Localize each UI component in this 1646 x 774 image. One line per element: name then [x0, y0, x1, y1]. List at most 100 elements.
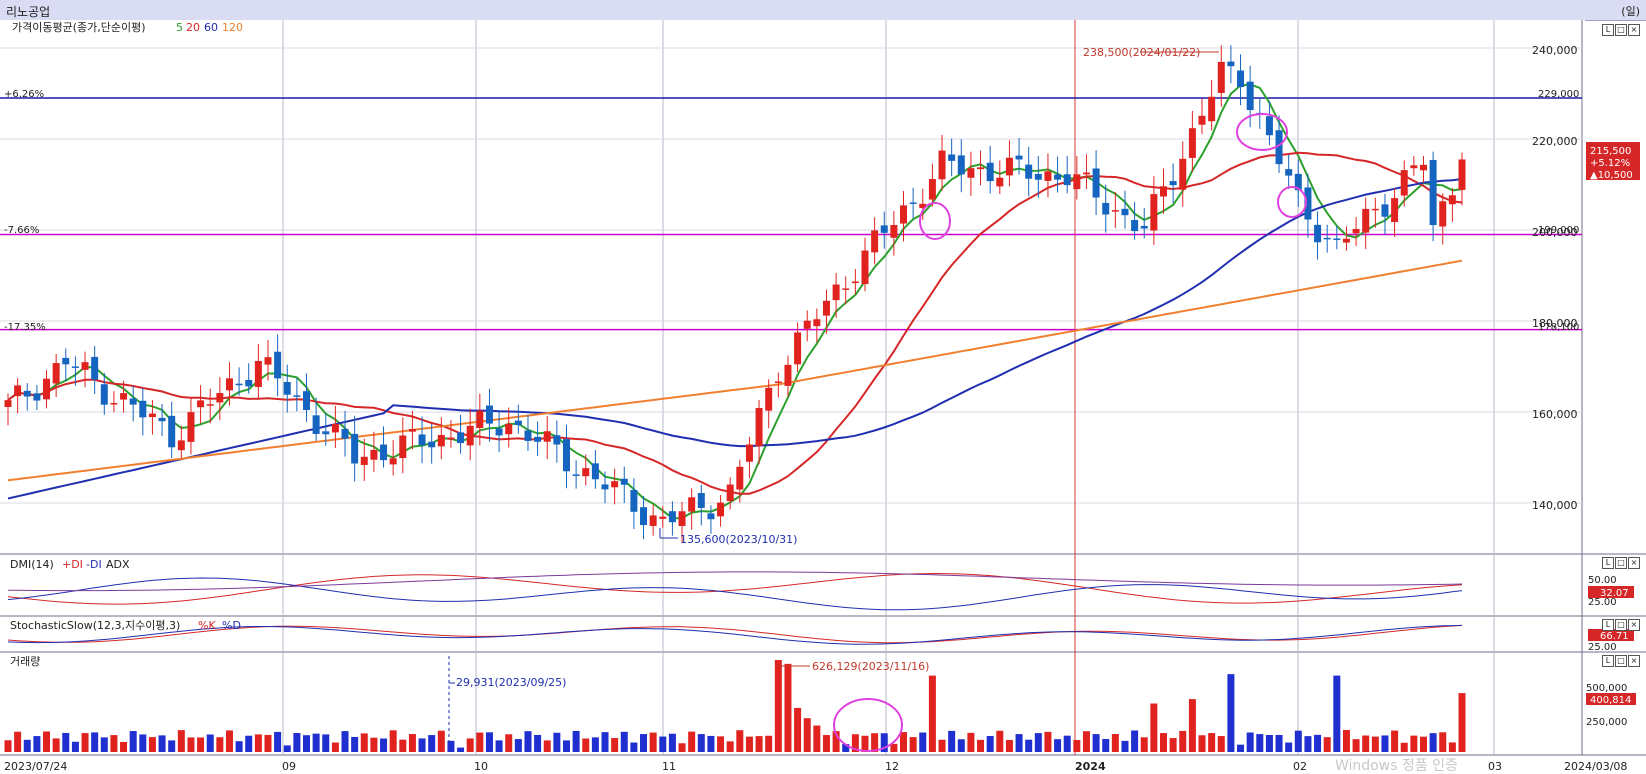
volume-bar — [351, 736, 359, 752]
candle-body — [851, 281, 859, 284]
volume-bar — [1054, 739, 1062, 752]
candle-body — [620, 478, 628, 485]
candle-body — [264, 357, 272, 365]
candle-body — [495, 428, 503, 436]
volume-bar — [1025, 739, 1033, 752]
ma-legend-5: 5 — [176, 21, 183, 34]
candle-body — [1054, 174, 1062, 180]
panel-close-button[interactable]: × — [1628, 619, 1640, 631]
volume-bar — [1439, 732, 1447, 752]
candle-body — [428, 441, 436, 448]
panel-min-button[interactable]: L — [1602, 655, 1614, 667]
volume-bar — [1179, 730, 1187, 752]
volume-bar — [389, 730, 397, 752]
candle-body — [457, 432, 465, 444]
volume-panel-controls[interactable]: L □ × — [1602, 655, 1640, 667]
panel-close-button[interactable]: × — [1628, 24, 1640, 36]
candle-body — [1217, 61, 1225, 93]
x-label-2024: 2024 — [1075, 760, 1106, 773]
candle-body — [630, 490, 638, 512]
candle-body — [120, 393, 128, 400]
candle-body — [274, 351, 282, 379]
volume-bar — [1198, 735, 1206, 752]
volume-bar — [1448, 742, 1456, 752]
panel-max-button[interactable]: □ — [1615, 655, 1627, 667]
candle-body — [1391, 198, 1399, 223]
volume-bar — [813, 725, 821, 752]
volume-bar — [43, 731, 51, 752]
volume-bar — [62, 732, 70, 752]
candle-body — [938, 150, 946, 180]
candle-body — [1439, 201, 1447, 227]
price-panel-controls[interactable]: L □ × — [1602, 24, 1640, 36]
volume-bar — [1342, 730, 1350, 752]
volume-bar — [4, 740, 12, 752]
panel-max-button[interactable]: □ — [1615, 619, 1627, 631]
candle-body — [1352, 229, 1360, 234]
dmi-panel-controls[interactable]: L □ × — [1602, 557, 1640, 569]
candle-body — [91, 356, 99, 380]
volume-bar — [1015, 734, 1023, 752]
volume-bar — [774, 660, 782, 752]
volume-bar — [139, 734, 147, 752]
stoch-panel-controls[interactable]: L □ × — [1602, 619, 1640, 631]
volume-bar — [1217, 736, 1225, 752]
volume-bar — [1188, 699, 1196, 752]
volume-bar — [283, 745, 291, 752]
panel-min-button[interactable]: L — [1602, 557, 1614, 569]
candle-body — [832, 284, 840, 301]
volume-bar — [120, 741, 128, 752]
candle-body — [1102, 202, 1110, 215]
candle-body — [1448, 195, 1456, 205]
dmi-plus-di: +DI — [62, 558, 83, 571]
volume-bar — [765, 735, 773, 752]
candle-body — [928, 178, 936, 200]
panel-max-button[interactable]: □ — [1615, 557, 1627, 569]
candle-body — [33, 393, 41, 401]
candle-body — [1111, 210, 1119, 212]
candle-body — [1034, 173, 1042, 180]
candle-body — [1246, 81, 1254, 111]
volume-bar — [235, 741, 243, 752]
candle-body — [774, 381, 782, 383]
volume-bar — [1034, 733, 1042, 752]
volume-bar — [1150, 703, 1158, 752]
volume-bar — [543, 740, 551, 752]
panel-close-button[interactable]: × — [1628, 655, 1640, 667]
candle-body — [1150, 194, 1158, 231]
volume-bar — [110, 735, 118, 752]
candle-body — [562, 439, 570, 472]
volume-bar — [1169, 738, 1177, 752]
candle-body — [129, 398, 137, 405]
ma-legend-60: 60 — [204, 21, 218, 34]
volume-bar — [688, 731, 696, 752]
volume-bar — [33, 736, 41, 752]
candle-body — [148, 413, 156, 418]
candle-body — [977, 167, 985, 170]
candle-body — [1082, 172, 1090, 175]
candle-body — [1169, 181, 1177, 186]
volume-bar — [264, 734, 272, 752]
volume-bar — [437, 730, 445, 752]
volume-bar — [1419, 736, 1427, 752]
volume-bar — [640, 734, 648, 752]
panel-min-button[interactable]: L — [1602, 24, 1614, 36]
low-annotation: 135,600(2023/10/31) — [680, 533, 797, 546]
candle-body — [601, 484, 609, 490]
y-tick-160000: 160,000 — [1532, 408, 1578, 421]
candle-body — [341, 428, 349, 439]
candle-body — [4, 400, 12, 407]
candle-body — [1179, 158, 1187, 190]
volume-bar — [1458, 693, 1466, 752]
candle-body — [1410, 165, 1418, 169]
panel-max-button[interactable]: □ — [1615, 24, 1627, 36]
chart-canvas[interactable]: 가격이동평균(종가,단순이평) 5 20 60 120 DMI(14) +DI … — [0, 0, 1646, 774]
ma-legend-120: 120 — [222, 21, 243, 34]
stoch-d: %D — [222, 619, 241, 632]
volume-bar — [408, 734, 416, 752]
panel-close-button[interactable]: × — [1628, 557, 1640, 569]
candle-body — [1044, 171, 1052, 181]
panel-min-button[interactable]: L — [1602, 619, 1614, 631]
candle-body — [1362, 208, 1370, 233]
ref-line-3-left: -17.35% — [4, 322, 46, 333]
